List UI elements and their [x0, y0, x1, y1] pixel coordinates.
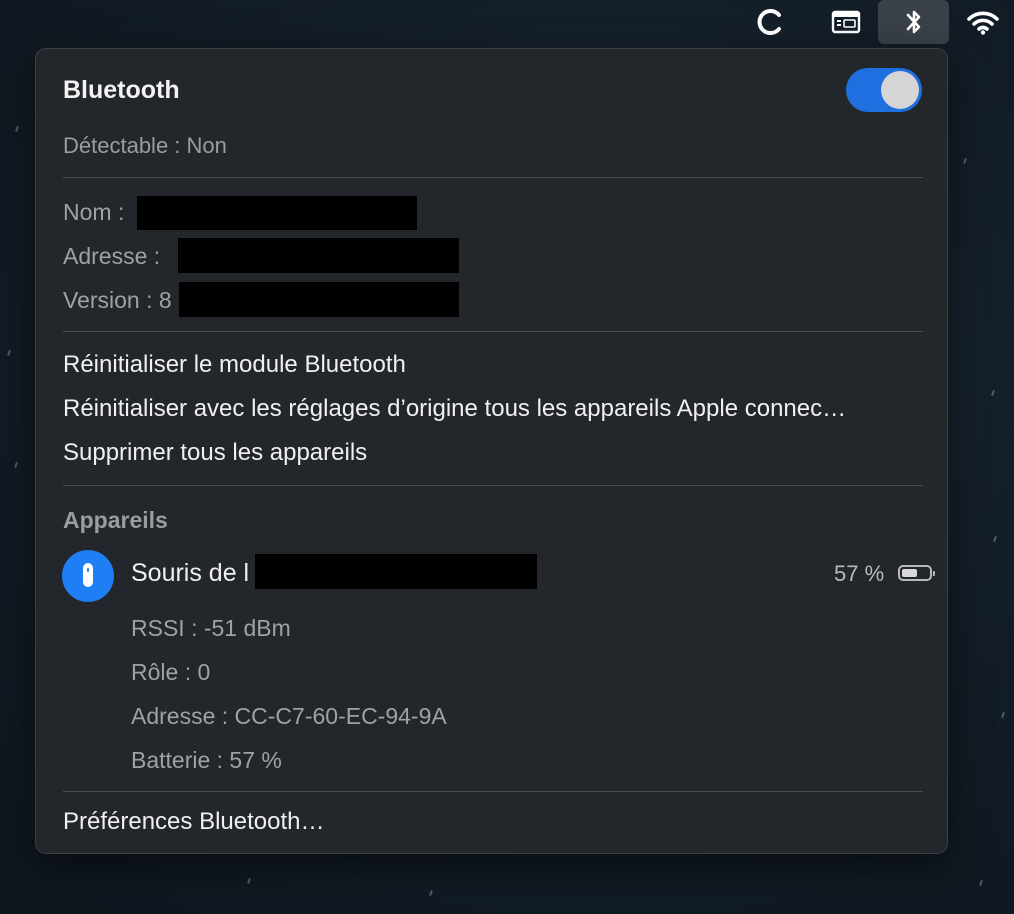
factory-reset-item[interactable]: Réinitialiser avec les réglages d’origin…	[63, 395, 846, 423]
toggle-knob	[881, 71, 919, 109]
remove-all-devices-item[interactable]: Supprimer tous les appareils	[63, 439, 367, 467]
redacted-device-name	[255, 554, 537, 589]
separator	[63, 177, 923, 178]
mouse-icon	[62, 550, 114, 602]
name-label: Nom :	[63, 199, 125, 225]
devices-section-title: Appareils	[63, 507, 168, 533]
reload-icon[interactable]	[750, 0, 790, 44]
bluetooth-preferences-item[interactable]: Préférences Bluetooth…	[63, 808, 324, 836]
device-name[interactable]: Souris de l	[131, 559, 249, 588]
device-battery-percent: 57 %	[834, 561, 885, 586]
bluetooth-icon[interactable]	[878, 0, 949, 44]
battery-fill	[902, 569, 917, 577]
bluetooth-menu-panel: Bluetooth Détectable : Non Nom : Adresse…	[35, 48, 948, 854]
device-role: Rôle : 0	[131, 659, 211, 685]
device-address: Adresse : CC-C7-60-EC-94-9A	[131, 703, 447, 729]
battery-icon	[898, 565, 935, 581]
device-rssi: RSSI : -51 dBm	[131, 615, 291, 641]
discoverable-status: Détectable : Non	[63, 133, 227, 158]
separator	[63, 331, 923, 332]
redacted-name	[137, 196, 417, 230]
separator	[63, 485, 923, 486]
separator	[63, 791, 923, 792]
redacted-version	[179, 282, 459, 317]
redacted-address	[178, 238, 459, 273]
version-label: Version : 8	[63, 287, 172, 313]
address-label: Adresse :	[63, 243, 161, 269]
wifi-icon[interactable]	[960, 0, 1006, 44]
menu-bar	[0, 0, 1014, 46]
bluetooth-toggle[interactable]	[846, 68, 922, 112]
reset-module-item[interactable]: Réinitialiser le module Bluetooth	[63, 351, 406, 379]
panel-title: Bluetooth	[63, 76, 180, 104]
device-battery: Batterie : 57 %	[131, 747, 282, 773]
keyboard-viewer-icon[interactable]	[826, 0, 866, 44]
